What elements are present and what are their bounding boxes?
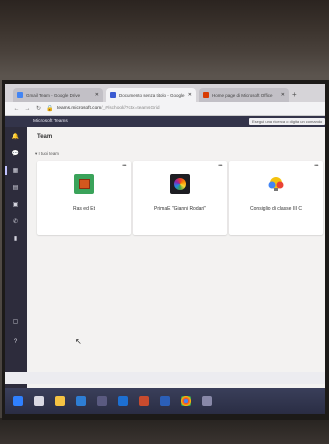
color-wheel-icon (170, 174, 190, 194)
browser-tab-label: Home page di Microsoft Office (212, 92, 273, 98)
new-tab-icon[interactable]: + (292, 88, 297, 102)
url-path: /_#/school//?ctx=teamsGrid (101, 106, 160, 111)
team-name: Consiglio di classe III C (250, 206, 302, 212)
more-options-icon[interactable]: ••• (314, 163, 318, 169)
teams-icon (110, 92, 116, 98)
teams-header: Microsoft Teams Esegui una ricerca o dig… (5, 116, 325, 127)
url-field[interactable]: teams.microsoft.com/_#/school//?ctx=team… (57, 106, 160, 111)
calls-icon[interactable]: ✆ (10, 217, 21, 226)
team-card[interactable]: ••• Ras ed Et (37, 161, 131, 235)
more-options-icon[interactable]: ••• (218, 163, 222, 169)
team-card[interactable]: ••• PrimaE "Gianni Rodari" (133, 161, 227, 235)
browser-tab-label: Gmail Team - Google Drive (26, 92, 81, 98)
team-card[interactable]: ••• Consiglio di classe III C (229, 161, 323, 235)
mail-icon[interactable] (118, 396, 128, 406)
files-icon[interactable]: ▮ (10, 234, 21, 243)
settings-icon[interactable] (202, 396, 212, 406)
apps-icon[interactable]: ▢ (10, 317, 21, 326)
close-tab-icon[interactable]: ✕ (95, 92, 99, 98)
browser-tab-label: Documento senza titolo - Google (119, 92, 185, 98)
mouse-cursor-icon: ↖ (75, 337, 82, 346)
windows-search-bar[interactable] (5, 372, 325, 384)
page-title: Team (37, 134, 53, 140)
team-name: PrimaE "Gianni Rodari" (154, 206, 206, 212)
teams-icon[interactable]: ▦ (5, 166, 21, 175)
address-bar: ← → ↻ 🔒 teams.microsoft.com/_#/school//?… (5, 102, 325, 116)
search-input[interactable]: Esegui una ricerca o digita un comando (249, 118, 325, 125)
app-title: Microsoft Teams (33, 119, 68, 124)
calendar-icon[interactable]: ▣ (10, 200, 21, 209)
browser-tab-strip: Gmail Team - Google Drive ✕ Documento se… (5, 84, 325, 102)
chrome-icon[interactable] (181, 396, 191, 406)
edge-icon[interactable] (76, 396, 86, 406)
lock-icon: 🔒 (46, 106, 54, 112)
left-rail: 🔔 💬 ▦ ▤ ▣ ✆ ▮ ▢ ? (5, 127, 27, 414)
more-options-icon[interactable]: ••• (122, 163, 126, 169)
url-host: teams.microsoft.com (57, 106, 102, 111)
section-label[interactable]: ▾ I tuoi team (35, 151, 59, 157)
word-icon[interactable] (160, 396, 170, 406)
photo-background (0, 418, 329, 444)
pixel-tile-icon (74, 174, 94, 194)
section-label-text: I tuoi team (38, 151, 59, 156)
assignments-icon[interactable]: ▤ (10, 183, 21, 192)
close-tab-icon[interactable]: ✕ (281, 92, 285, 98)
browser-tab[interactable]: Gmail Team - Google Drive ✕ (13, 88, 103, 102)
forward-icon[interactable]: → (24, 106, 31, 112)
activity-icon[interactable]: 🔔 (10, 132, 21, 141)
windows-taskbar (5, 388, 325, 414)
store-icon[interactable] (97, 396, 107, 406)
explorer-icon[interactable] (55, 396, 65, 406)
photos-icon[interactable] (139, 396, 149, 406)
lightbulb-icon (266, 174, 286, 194)
close-tab-icon[interactable]: ✕ (188, 92, 192, 98)
team-name: Ras ed Et (73, 206, 95, 212)
start-icon[interactable] (13, 396, 23, 406)
office-icon (203, 92, 209, 98)
screen: Gmail Team - Google Drive ✕ Documento se… (5, 84, 325, 414)
drive-icon (17, 92, 23, 98)
browser-tab[interactable]: Documento senza titolo - Google ✕ (106, 88, 196, 102)
back-icon[interactable]: ← (13, 106, 20, 112)
main-content: Team ▾ I tuoi team ••• Ras ed Et ••• Pri… (27, 127, 325, 414)
reload-icon[interactable]: ↻ (35, 105, 42, 112)
chat-icon[interactable]: 💬 (10, 149, 21, 158)
help-icon[interactable]: ? (10, 337, 21, 346)
browser-tab[interactable]: Home page di Microsoft Office ✕ (199, 88, 289, 102)
task-view-icon[interactable] (34, 396, 44, 406)
